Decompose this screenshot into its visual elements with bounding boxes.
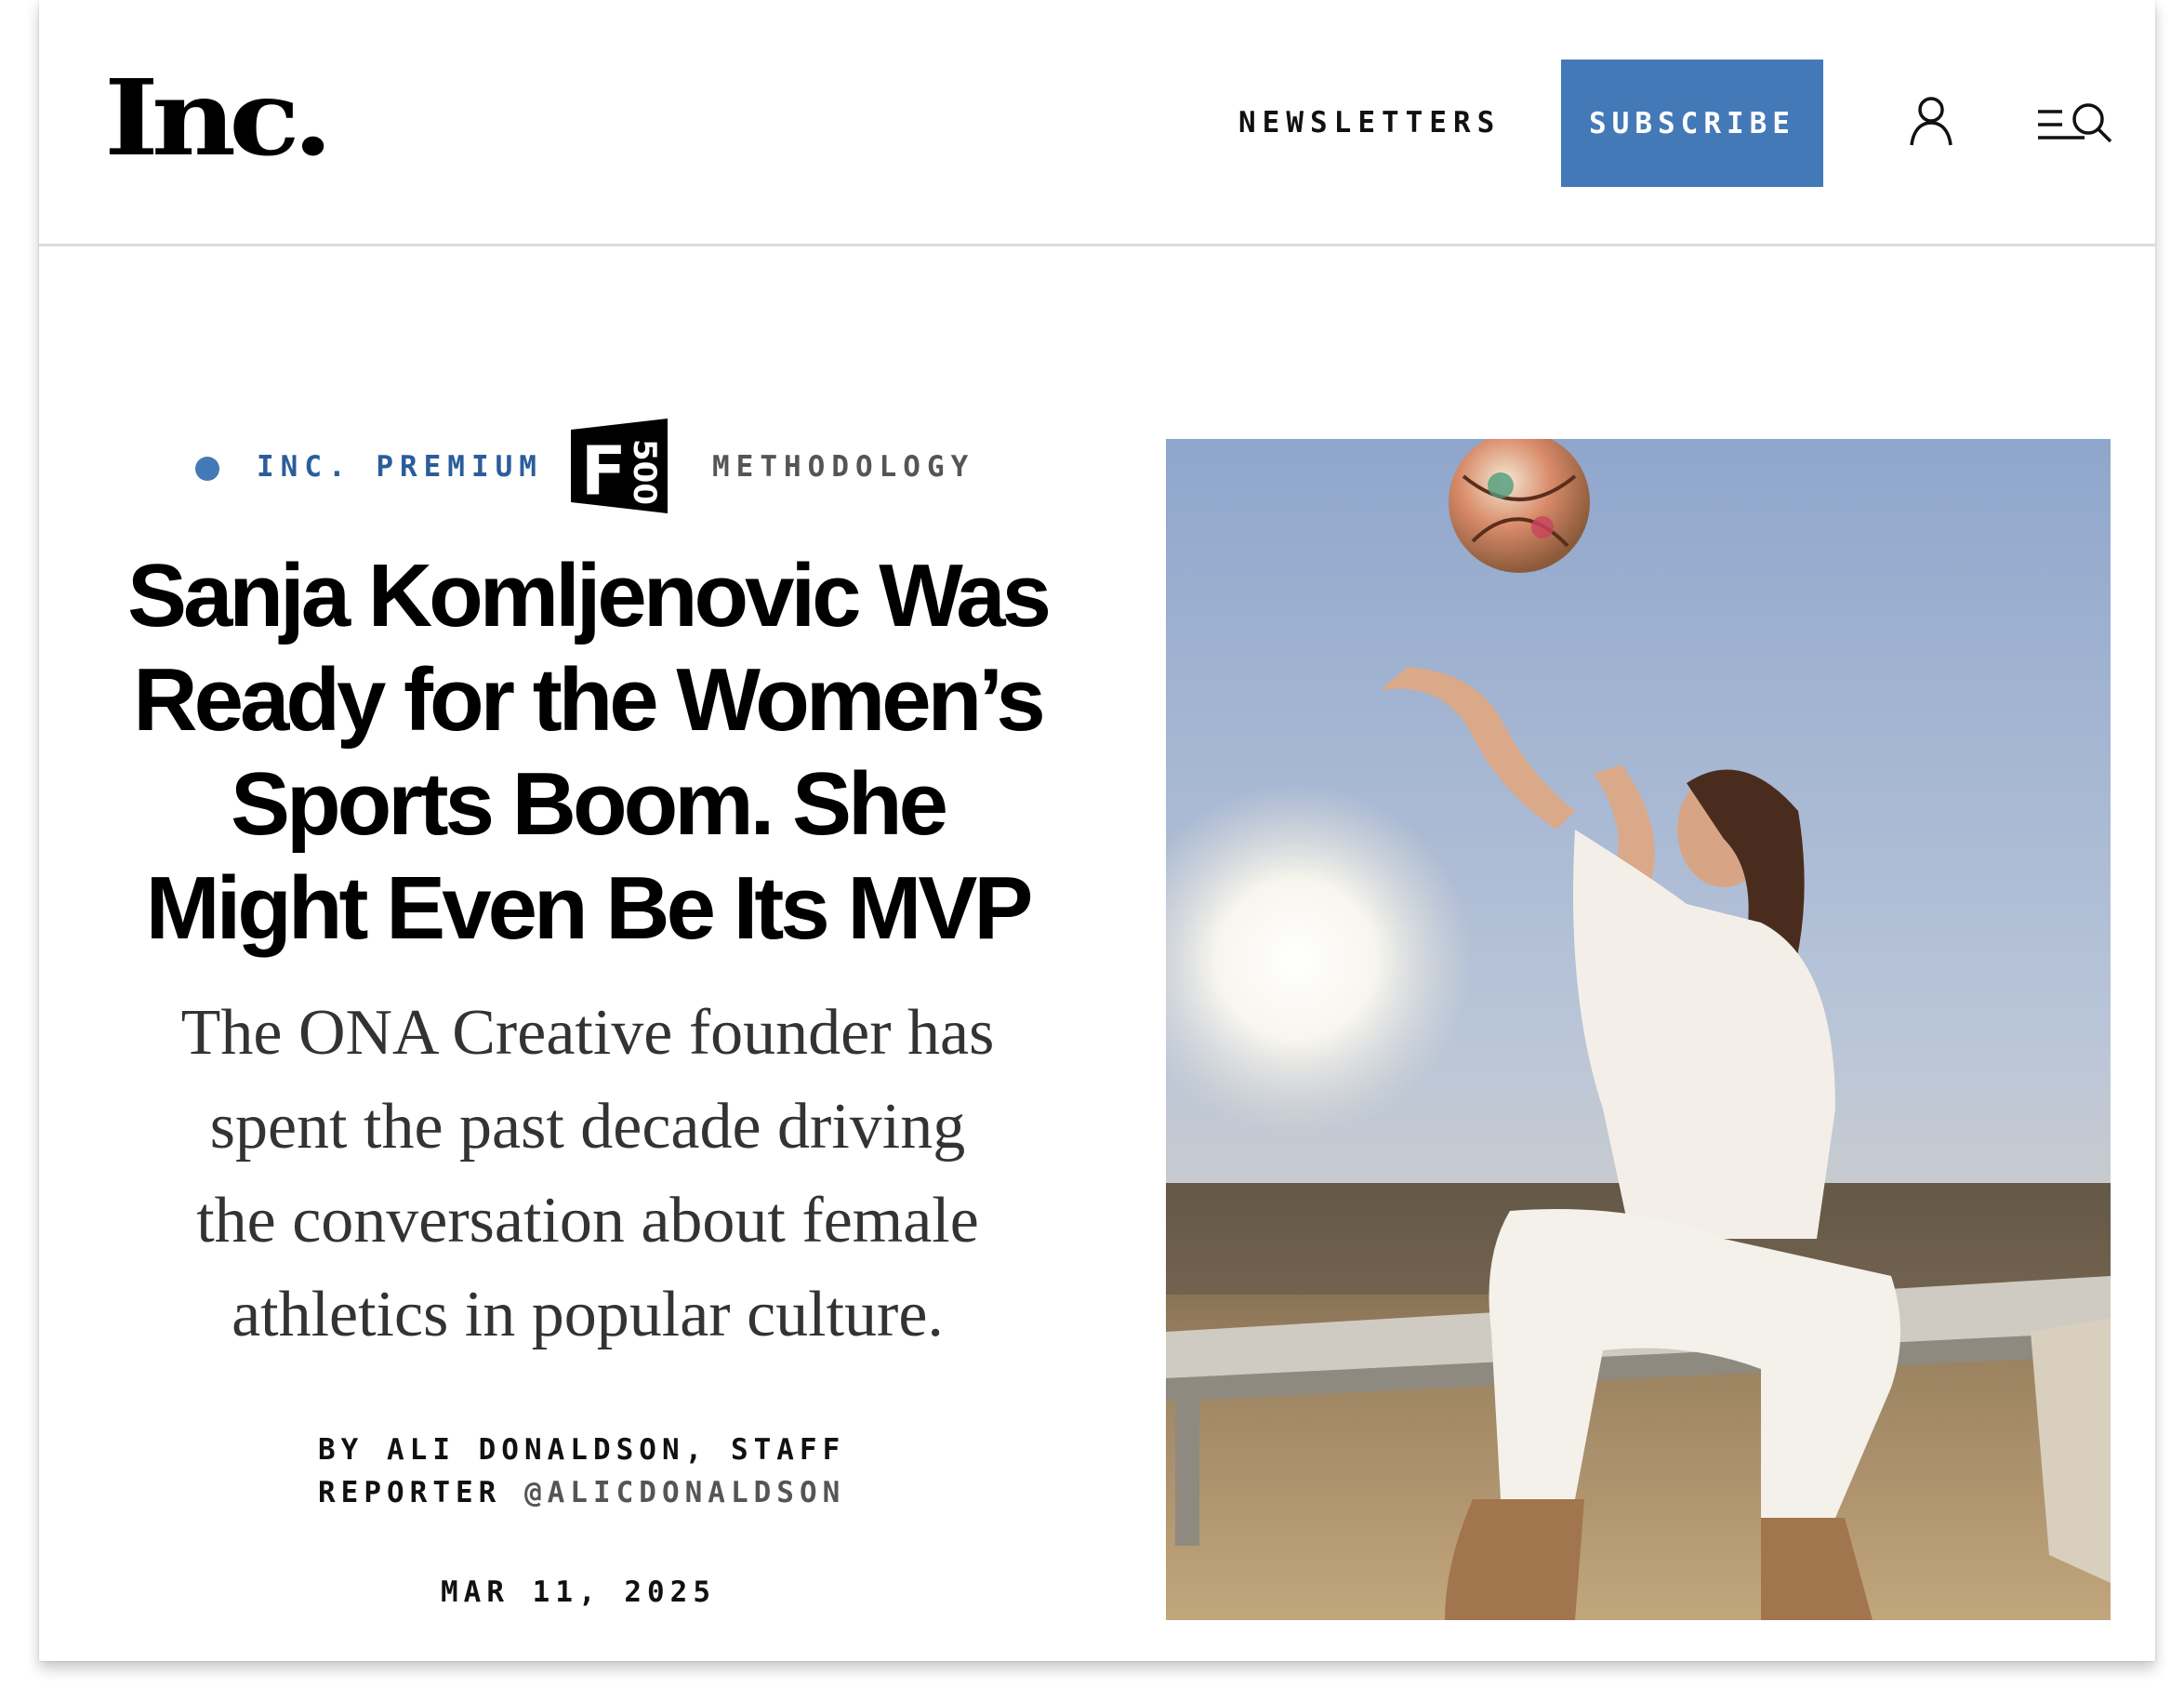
premium-dot-icon bbox=[195, 457, 219, 481]
site-header: Inc. NEWSLETTERS SUBSCRIBE bbox=[39, 0, 2155, 246]
dek-line: athletics in popular culture. bbox=[232, 1279, 944, 1350]
author-twitter-handle[interactable]: @ALICDONALDSON bbox=[524, 1476, 845, 1509]
dek-line: The ONA Creative founder has bbox=[180, 997, 995, 1069]
byline-author[interactable]: BY ALI DONALDSON, STAFF bbox=[318, 1433, 845, 1467]
premium-label[interactable]: INC. PREMIUM bbox=[257, 450, 543, 484]
headline-line: Sports Boom. She bbox=[230, 754, 948, 854]
inc-logo[interactable]: Inc. bbox=[104, 67, 333, 171]
publish-date: MAR 11, 2025 bbox=[441, 1575, 716, 1609]
newsletters-link[interactable]: NEWSLETTERS bbox=[1238, 106, 1501, 140]
headline-line: Sanja Komljenovic Was bbox=[126, 546, 1052, 645]
article-byline: BY ALI DONALDSON, STAFF REPORTER @ALICDO… bbox=[318, 1429, 894, 1514]
menu-search-icon[interactable] bbox=[2038, 102, 2114, 145]
f500-letter: F bbox=[580, 432, 628, 512]
hero-photo[interactable] bbox=[1166, 439, 2111, 1620]
subscribe-button[interactable]: SUBSCRIBE bbox=[1561, 60, 1823, 187]
headline-line: Ready for the Women’s bbox=[133, 650, 1046, 750]
headline-line: Might Even Be Its MVP bbox=[145, 858, 1034, 958]
f500-badge-icon[interactable]: F 500 bbox=[571, 419, 668, 513]
subscribe-label: SUBSCRIBE bbox=[1589, 106, 1795, 140]
article-dek: The ONA Creative founder has spent the p… bbox=[123, 986, 1052, 1362]
page-frame: Inc. NEWSLETTERS SUBSCRIBE INC. PREMIUM bbox=[39, 0, 2155, 1661]
byline-role: REPORTER bbox=[318, 1476, 502, 1509]
f500-number: 500 bbox=[626, 439, 663, 505]
article-kicker: INC. PREMIUM F 500 METHODOLOGY bbox=[39, 409, 1118, 513]
methodology-link[interactable]: METHODOLOGY bbox=[712, 450, 974, 484]
user-icon[interactable] bbox=[1908, 95, 1954, 147]
dek-line: spent the past decade driving bbox=[209, 1091, 966, 1163]
article-headline: Sanja Komljenovic Was Ready for the Wome… bbox=[104, 544, 1071, 961]
dek-line: the conversation about female bbox=[196, 1185, 979, 1256]
